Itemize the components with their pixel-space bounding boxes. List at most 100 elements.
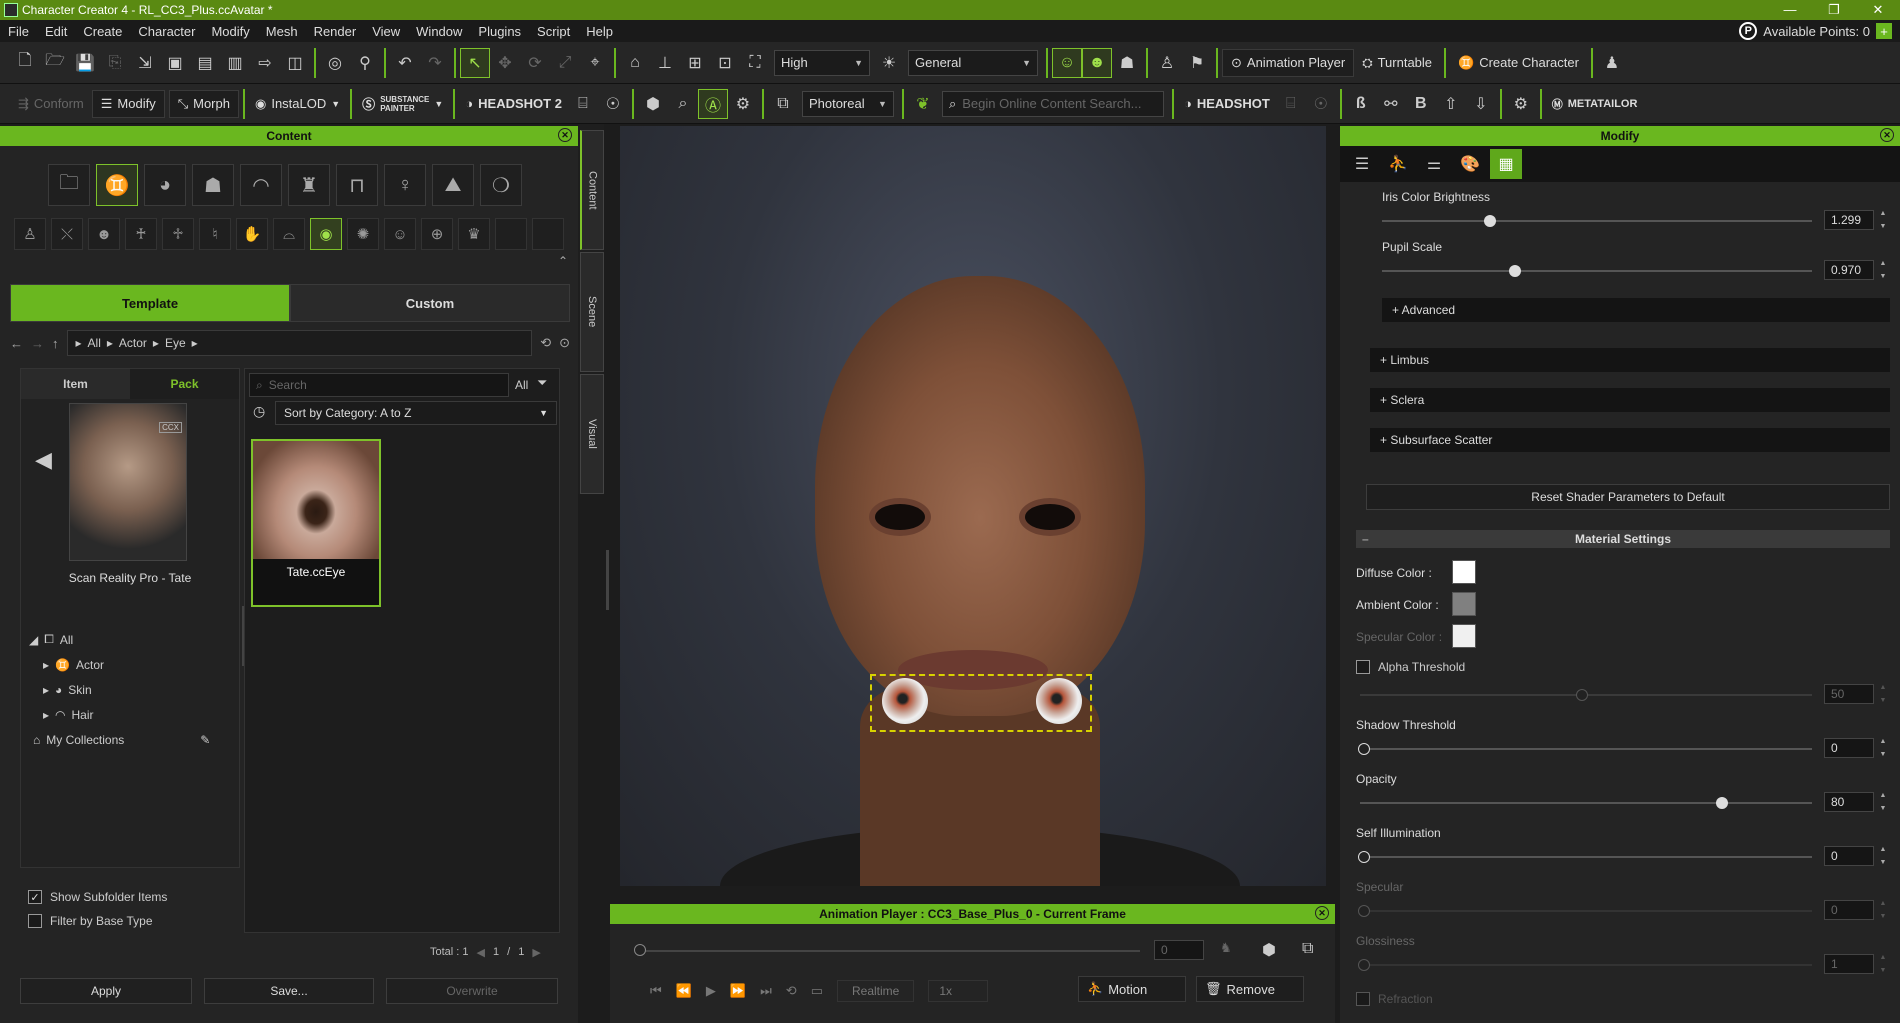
tab-custom[interactable]: Custom: [290, 284, 570, 322]
send-icon[interactable]: ⇨: [250, 48, 280, 78]
iris-brightness-input[interactable]: 1.299: [1824, 210, 1874, 230]
export-fbx-icon[interactable]: ▤: [190, 48, 220, 78]
pose-icon[interactable]: ⚲: [350, 48, 380, 78]
attribute-sliders-icon[interactable]: ☰: [1346, 149, 1378, 179]
specular-slider[interactable]: [1358, 905, 1812, 917]
shadow-threshold-slider[interactable]: [1358, 743, 1812, 755]
flag-icon[interactable]: ⚑: [1182, 48, 1212, 78]
selected-eyeball-right[interactable]: [1036, 678, 1082, 724]
material-icon[interactable]: ⬢: [638, 89, 668, 119]
actor-icon[interactable]: ♊: [96, 164, 138, 206]
add-content-icon[interactable]: ⊕: [421, 218, 453, 250]
page-next-icon[interactable]: ▶: [532, 946, 540, 959]
rewind-icon[interactable]: ⏪: [676, 983, 692, 999]
menu-edit[interactable]: Edit: [37, 24, 75, 39]
slider-knob[interactable]: [1716, 797, 1728, 809]
morph-sphere-icon[interactable]: ◕: [144, 164, 186, 206]
close-icon[interactable]: ✕: [558, 128, 572, 142]
smart-gallery-icon[interactable]: ◎: [320, 48, 350, 78]
pack-thumbnail[interactable]: CCX: [69, 403, 187, 561]
selected-eyeball-left[interactable]: [882, 678, 928, 724]
iris-brightness-slider[interactable]: [1382, 215, 1812, 227]
open-folder-icon[interactable]: 🗁: [40, 48, 70, 78]
specular-input[interactable]: 0: [1824, 900, 1874, 920]
substance-painter-button[interactable]: Ⓢ SUBSTANCE PAINTER ▼: [356, 94, 449, 113]
quality-dropdown[interactable]: High ▼: [774, 49, 870, 76]
headshot-tool-icon[interactable]: ⌸: [568, 89, 598, 119]
overwrite-button[interactable]: Overwrite: [386, 978, 558, 1004]
eye-icon[interactable]: ◉: [310, 218, 342, 250]
online-search-input[interactable]: ⌕ Begin Online Content Search...: [941, 90, 1164, 117]
sort-dropdown[interactable]: Sort by Category: A to Z ▼: [275, 401, 557, 425]
undo-icon[interactable]: ↶: [390, 48, 420, 78]
select-arrow-icon[interactable]: ↖: [460, 47, 490, 78]
blank-slot-icon[interactable]: [495, 218, 527, 250]
light-icon[interactable]: ☀: [874, 48, 904, 78]
brain-icon[interactable]: ✺: [347, 218, 379, 250]
pants-icon[interactable]: ⊓: [336, 164, 378, 206]
tree-item-all[interactable]: ◢ ⧠ All: [29, 627, 210, 652]
align-icon[interactable]: ⊥: [650, 48, 680, 78]
slider-knob[interactable]: [1358, 959, 1370, 971]
subsurface-section[interactable]: + Subsurface Scatter: [1370, 428, 1890, 452]
slider-knob[interactable]: [1576, 689, 1588, 701]
filter-base-type-checkbox[interactable]: Filter by Base Type: [28, 910, 153, 932]
reset-shader-button[interactable]: Reset Shader Parameters to Default: [1366, 484, 1890, 510]
menu-help[interactable]: Help: [578, 24, 621, 39]
content-search-input[interactable]: ⌕ Search: [249, 373, 509, 397]
hair-icon[interactable]: ◠: [240, 164, 282, 206]
diffuse-color-swatch[interactable]: [1452, 560, 1476, 584]
ambient-color-swatch[interactable]: [1452, 592, 1476, 616]
avatar-icon[interactable]: ♛: [458, 218, 490, 250]
opacity-input[interactable]: 80: [1824, 792, 1874, 812]
camera-face-icon[interactable]: ☻: [1082, 47, 1112, 78]
redo-icon[interactable]: ↷: [420, 48, 450, 78]
edit-pencil-icon[interactable]: ✎: [200, 733, 210, 747]
arms-icon[interactable]: ♱: [162, 218, 194, 250]
render-icon[interactable]: ◫: [280, 48, 310, 78]
spinner-arrows-icon[interactable]: ▲ ▼: [1878, 210, 1888, 230]
modify-button[interactable]: ☰ Modify: [91, 89, 165, 118]
adjust-icon[interactable]: ⚙: [728, 89, 758, 119]
tree-item-actor[interactable]: ▸ ♊ Actor: [29, 652, 210, 677]
legs-icon[interactable]: ♮: [199, 218, 231, 250]
play-icon[interactable]: ▶: [706, 983, 716, 999]
link-icon[interactable]: ⚯: [1376, 89, 1406, 119]
maximize-icon[interactable]: ❐: [1812, 2, 1856, 18]
menu-create[interactable]: Create: [75, 24, 130, 39]
export-obj-icon[interactable]: ▣: [160, 48, 190, 78]
menu-plugins[interactable]: Plugins: [470, 24, 529, 39]
camera-body-icon[interactable]: ☺: [1052, 47, 1082, 78]
specular-color-swatch[interactable]: [1452, 624, 1476, 648]
download-icon[interactable]: ⇩: [1466, 89, 1496, 119]
spinner-arrows-icon[interactable]: ▲ ▼: [1878, 954, 1888, 974]
item-card[interactable]: Tate.ccEye: [251, 439, 381, 607]
slider-knob[interactable]: [1509, 265, 1522, 277]
import-icon[interactable]: ⇲: [130, 48, 160, 78]
spinner-arrows-icon[interactable]: ▲ ▼: [1878, 260, 1888, 280]
motion-pose-icon[interactable]: ⛹: [1382, 149, 1414, 179]
caption-icon[interactable]: ▭: [811, 983, 823, 999]
headshot2-button[interactable]: ◑ HEADSHOT 2: [459, 96, 568, 111]
tree-item-my-collections[interactable]: ⌂ My Collections ✎: [29, 727, 210, 752]
apply-button[interactable]: Apply: [20, 978, 192, 1004]
outfit-icon[interactable]: ☗: [192, 164, 234, 206]
menu-script[interactable]: Script: [529, 24, 578, 39]
animation-player-button[interactable]: ⊙ Animation Player: [1222, 48, 1355, 77]
spinner-arrows-icon[interactable]: ▲ ▼: [1878, 684, 1888, 704]
render-mode-dropdown[interactable]: Photoreal ▼: [801, 90, 894, 117]
export-usd-icon[interactable]: ▥: [220, 48, 250, 78]
slider-knob[interactable]: [1358, 851, 1370, 863]
zoom-extents-icon[interactable]: ⛶: [740, 48, 770, 78]
remove-button[interactable]: 🗑 Remove: [1196, 976, 1304, 1002]
shadow-threshold-input[interactable]: 0: [1824, 738, 1874, 758]
home-icon[interactable]: ⌂: [620, 48, 650, 78]
mode-dropdown[interactable]: General ▼: [908, 49, 1038, 76]
motion-button[interactable]: ⛹ Motion: [1078, 976, 1186, 1002]
close-icon[interactable]: ✕: [1880, 128, 1894, 142]
torso-icon[interactable]: ♰: [125, 218, 157, 250]
spinner-arrows-icon[interactable]: ▲ ▼: [1878, 792, 1888, 812]
menu-window[interactable]: Window: [408, 24, 470, 39]
menu-file[interactable]: File: [0, 24, 37, 39]
headshot-photo-icon[interactable]: ⌸: [1276, 89, 1306, 119]
